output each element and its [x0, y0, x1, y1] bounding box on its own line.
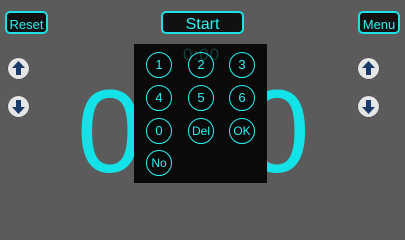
down-arrow-icon [12, 100, 25, 114]
menu-button[interactable]: Menu [358, 11, 400, 34]
down-arrow-icon [362, 100, 375, 114]
right-increment-button[interactable] [357, 57, 380, 80]
start-button[interactable]: Start [161, 11, 244, 34]
key-2[interactable]: 2 [188, 52, 214, 78]
key-3[interactable]: 3 [229, 52, 255, 78]
up-arrow-icon [362, 61, 375, 75]
key-6[interactable]: 6 [229, 85, 255, 111]
key-1[interactable]: 1 [146, 52, 172, 78]
ok-key[interactable]: OK [229, 118, 255, 144]
left-increment-button[interactable] [7, 57, 30, 80]
delete-key[interactable]: Del [188, 118, 214, 144]
right-decrement-button[interactable] [357, 95, 380, 118]
left-decrement-button[interactable] [7, 95, 30, 118]
key-0[interactable]: 0 [146, 118, 172, 144]
left-time-digit: 0 [77, 66, 143, 198]
key-5[interactable]: 5 [188, 85, 214, 111]
key-4[interactable]: 4 [146, 85, 172, 111]
reset-button[interactable]: Reset [5, 11, 48, 34]
no-key[interactable]: No [146, 150, 172, 176]
numeric-keypad: 0:00 1 2 3 4 5 6 0 Del OK No [134, 44, 267, 183]
up-arrow-icon [12, 61, 25, 75]
